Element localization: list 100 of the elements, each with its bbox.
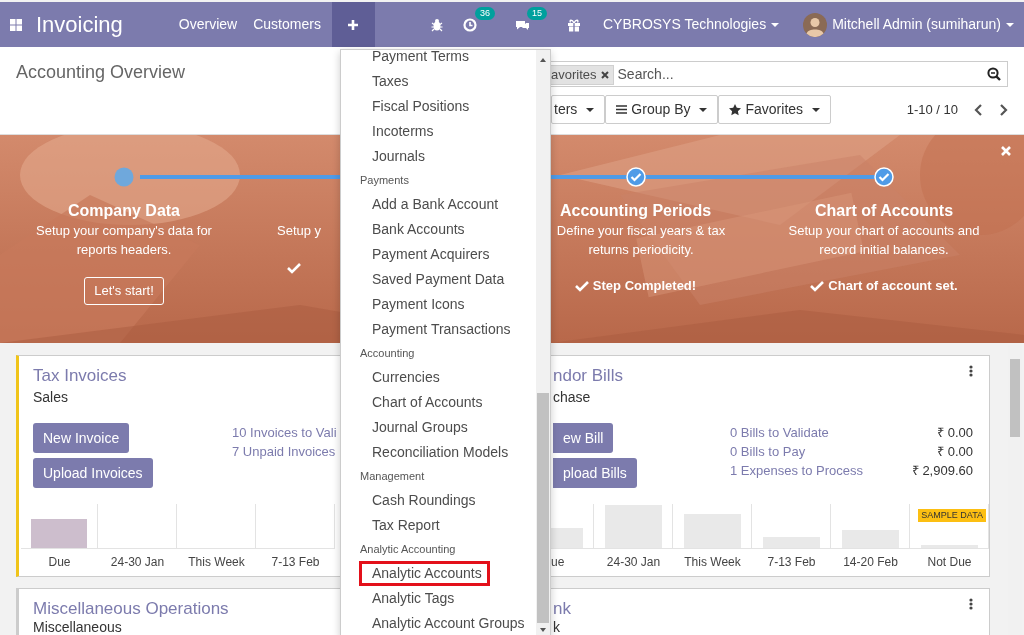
gift-icon[interactable] [567, 17, 581, 32]
scroll-up-icon[interactable] [539, 57, 547, 63]
avatar[interactable] [803, 12, 828, 37]
scrollbar-thumb[interactable] [537, 393, 549, 623]
amount: ₹ 0.00 [937, 443, 973, 461]
menu-item[interactable]: Cash Roundings [341, 488, 536, 513]
card-subtitle: chase [553, 388, 592, 407]
chart-label: ue [551, 554, 566, 571]
app-name: Invoicing [36, 11, 123, 39]
card-title[interactable]: nk [553, 598, 571, 620]
remove-icon[interactable] [600, 71, 609, 79]
summary-link[interactable]: 0 Bills to Validate [730, 423, 829, 442]
step-status: Step Completed! [592, 277, 697, 295]
summary-link[interactable]: 10 Invoices to Vali [232, 423, 337, 442]
menu-item[interactable]: Journal Groups [341, 415, 536, 440]
menu-item[interactable]: Payment Transactions [341, 317, 536, 342]
summary-link[interactable]: 0 Bills to Pay [730, 442, 806, 461]
step-title: Company Data [67, 201, 181, 221]
menu-item[interactable]: Analytic Account Groups [341, 611, 536, 635]
card-title[interactable]: Miscellaneous Operations [33, 598, 229, 620]
star-icon [729, 103, 742, 116]
step-title: Accounting Periods [558, 201, 713, 221]
menu-item[interactable]: Reconciliation Models [341, 440, 536, 465]
menu-item[interactable]: Payment Terms [341, 50, 536, 69]
scrollbar-thumb[interactable] [1010, 359, 1020, 437]
chart-bar [31, 519, 87, 548]
menu-item[interactable]: Analytic Tags [341, 586, 536, 611]
menu-item[interactable]: Journals [341, 144, 536, 169]
search-facet[interactable]: avorites [551, 65, 614, 85]
chart-label: Due [47, 554, 72, 571]
menu-item[interactable]: Currencies [341, 365, 536, 390]
menu-item[interactable]: Fiscal Positions [341, 94, 536, 119]
toolbar-dropdown[interactable]: Favorites [718, 95, 832, 124]
close-icon[interactable] [1001, 146, 1011, 156]
chart-label: 14-20 Feb [842, 554, 899, 571]
menu-item[interactable]: Bank Accounts [341, 217, 536, 242]
action-button[interactable]: Upload Invoices [33, 458, 153, 488]
apps-menu-icon[interactable] [10, 18, 22, 31]
toolbar-dropdown[interactable]: Group By [605, 95, 719, 124]
add-menu-button[interactable] [331, 2, 375, 47]
plus-icon [347, 18, 360, 31]
pager-text: 1-10 / 10 [906, 100, 958, 119]
scrollbar[interactable] [536, 50, 550, 635]
menu-item[interactable]: Payment Acquirers [341, 242, 536, 267]
chat-icon[interactable] [515, 18, 530, 31]
menu-item[interactable]: Saved Payment Data [341, 267, 536, 292]
menu-link[interactable]: Overview [170, 14, 246, 35]
menu-item[interactable]: Payment Icons [341, 292, 536, 317]
menu-item[interactable]: Tax Report [341, 513, 536, 538]
caret-icon [812, 107, 821, 112]
kebab-menu-icon[interactable] [969, 598, 973, 610]
count-badge: 15 [527, 7, 547, 20]
company-switcher[interactable]: CYBROSYS Technologies [595, 14, 788, 35]
chart-label: 24-30 Jan [605, 554, 662, 571]
caret-icon [1006, 22, 1014, 27]
menu-section-header: Management [359, 469, 426, 484]
card-subtitle: Miscellaneous [33, 620, 123, 634]
action-button[interactable]: New Invoice [33, 423, 130, 453]
user-menu[interactable]: Mitchell Admin (sumiharun) [827, 14, 1024, 35]
menu-item[interactable]: Analytic Accounts [359, 561, 490, 586]
count-badge: 36 [475, 7, 495, 20]
card-subtitle: k [553, 620, 561, 634]
summary-link[interactable]: 1 Expenses to Process [730, 461, 863, 480]
chart-label: 7-13 Feb [766, 554, 817, 571]
action-button[interactable]: ew Bill [553, 423, 614, 453]
summary-link[interactable]: 7 Unpaid Invoices [232, 442, 336, 461]
menu-section-header: Analytic Accounting [359, 542, 457, 557]
scroll-down-icon[interactable] [539, 627, 547, 633]
step-description: Setup y [277, 222, 323, 240]
search-icon[interactable] [987, 67, 1001, 81]
caret-icon [699, 107, 708, 112]
chart-label: 24-30 Jan [109, 554, 166, 571]
search-field[interactable]: avorites Search... [551, 61, 1008, 87]
previous-icon[interactable] [974, 103, 983, 116]
card-title[interactable]: Tax Invoices [33, 365, 127, 387]
menu-link[interactable]: Customers [245, 14, 329, 35]
chart-label: Not Due [926, 554, 973, 571]
menu-section-header: Payments [359, 173, 410, 188]
menu-item[interactable]: Taxes [341, 69, 536, 94]
step-description: Setup your company's data for reports headers. [35, 222, 213, 259]
menu-item[interactable]: Add a Bank Account [341, 192, 536, 217]
menu-item[interactable]: Incoterms [341, 119, 536, 144]
card-title[interactable]: ndor Bills [553, 365, 623, 387]
next-icon[interactable] [999, 103, 1008, 116]
breadcrumb: Accounting Overview [15, 61, 187, 84]
amount: ₹ 2,909.60 [911, 462, 973, 480]
action-button[interactable]: pload Bills [553, 458, 637, 488]
chart-label: 7-13 Feb [270, 554, 321, 571]
kebab-menu-icon[interactable] [969, 365, 973, 377]
caret-icon [771, 22, 780, 27]
step-description: Setup your chart of accounts and record initial balances. [787, 222, 981, 259]
activity-icon[interactable] [463, 17, 477, 32]
menu-item[interactable]: Chart of Accounts [341, 390, 536, 415]
amount: ₹ 0.00 [937, 424, 973, 442]
toolbar-dropdown[interactable]: ters [551, 95, 606, 124]
chart-label: This Week [187, 554, 246, 571]
bug-icon[interactable] [431, 17, 443, 32]
caret-icon [586, 107, 595, 112]
step-status: Chart of account set. [828, 277, 958, 295]
chart-label: This Week [683, 554, 742, 571]
